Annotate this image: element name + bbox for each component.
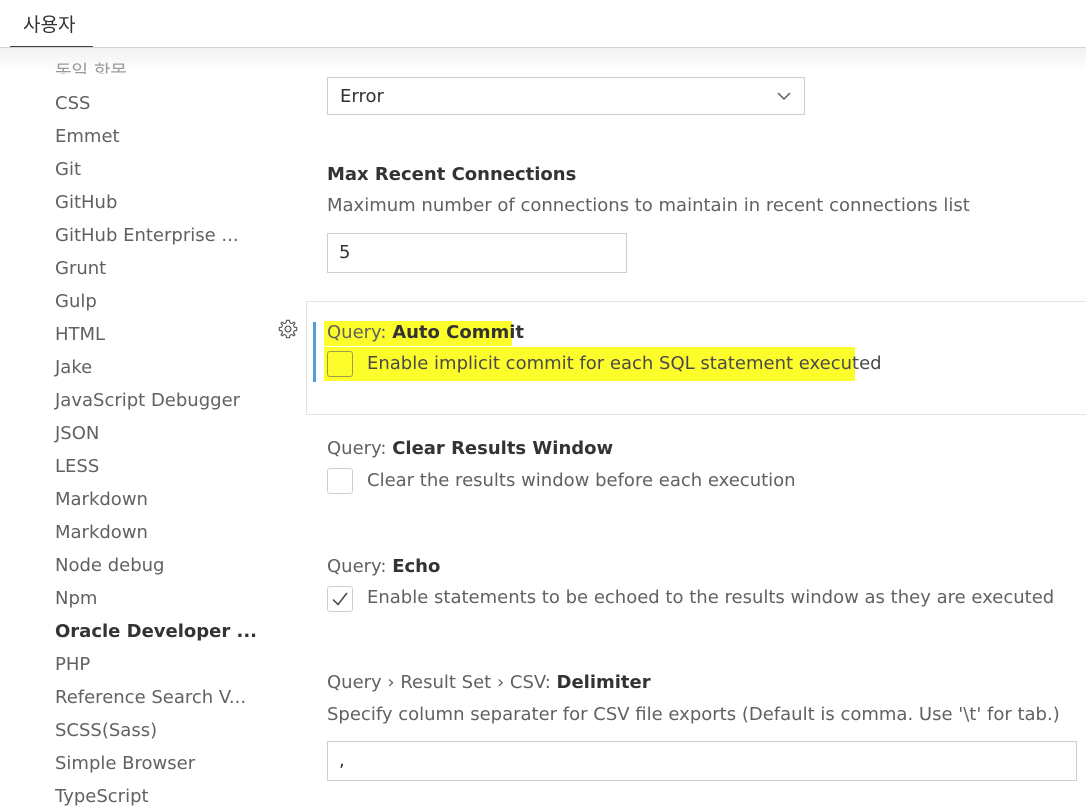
toc-item-typescript[interactable]: TypeScript bbox=[55, 786, 149, 807]
toc-item-markdown-2[interactable]: Markdown bbox=[55, 522, 148, 544]
csv-delimiter-description: Specify column separater for CSV file ex… bbox=[327, 704, 1060, 725]
checkmark-icon bbox=[332, 592, 348, 606]
toc-item-scss[interactable]: SCSS(Sass) bbox=[55, 720, 157, 742]
toc-item-json[interactable]: JSON bbox=[55, 423, 99, 445]
auto-commit-title: Query: Auto Commit bbox=[327, 322, 525, 343]
toc-item-partial[interactable]: 동일 항목 bbox=[55, 62, 127, 74]
csv-delimiter-value: , bbox=[339, 750, 345, 771]
toc-item-less[interactable]: LESS bbox=[55, 456, 99, 478]
max-recent-input[interactable]: 5 bbox=[327, 233, 627, 273]
focus-indicator bbox=[313, 322, 316, 382]
toc-item-php[interactable]: PHP bbox=[55, 654, 90, 676]
toc-item-grunt[interactable]: Grunt bbox=[55, 258, 106, 280]
gear-icon[interactable] bbox=[277, 318, 299, 340]
toc-item-emmet[interactable]: Emmet bbox=[55, 126, 120, 148]
echo-description: Enable statements to be echoed to the re… bbox=[367, 587, 1055, 608]
toc-item-simple-browser[interactable]: Simple Browser bbox=[55, 753, 195, 775]
tab-user-label: 사용자 bbox=[23, 14, 76, 36]
csv-delimiter-title: Query › Result Set › CSV: Delimiter bbox=[327, 672, 651, 693]
toc-item-npm[interactable]: Npm bbox=[55, 588, 97, 610]
echo-checkbox[interactable] bbox=[327, 586, 353, 612]
max-recent-value: 5 bbox=[339, 242, 351, 263]
toc-item-html[interactable]: HTML bbox=[55, 324, 105, 346]
toc-item-reference-search[interactable]: Reference Search V... bbox=[55, 687, 246, 709]
log-level-value: Error bbox=[340, 86, 384, 107]
toc-item-oracle-developer[interactable]: Oracle Developer ... bbox=[55, 621, 257, 643]
max-recent-description: Maximum number of connections to maintai… bbox=[327, 195, 970, 216]
auto-commit-checkbox[interactable] bbox=[327, 351, 353, 377]
toc-item-git[interactable]: Git bbox=[55, 159, 81, 181]
toc-item-gulp[interactable]: Gulp bbox=[55, 291, 97, 313]
log-level-select[interactable]: Error bbox=[327, 77, 805, 115]
toc-item-github-enterprise[interactable]: GitHub Enterprise ... bbox=[55, 225, 239, 247]
clear-results-description: Clear the results window before each exe… bbox=[367, 470, 796, 491]
chevron-down-icon bbox=[777, 92, 791, 100]
toc-item-jake[interactable]: Jake bbox=[55, 357, 92, 379]
toc-item-javascript-debugger[interactable]: JavaScript Debugger bbox=[55, 390, 240, 412]
toc-item-node-debug[interactable]: Node debug bbox=[55, 555, 164, 577]
toc-item-markdown[interactable]: Markdown bbox=[55, 489, 148, 511]
echo-title: Query: Echo bbox=[327, 556, 441, 577]
max-recent-title: Max Recent Connections bbox=[327, 164, 577, 185]
auto-commit-description: Enable implicit commit for each SQL stat… bbox=[367, 353, 882, 374]
clear-results-title: Query: Clear Results Window bbox=[327, 438, 614, 459]
toc-item-css[interactable]: CSS bbox=[55, 93, 90, 115]
clear-results-checkbox[interactable] bbox=[327, 468, 353, 494]
csv-delimiter-input[interactable]: , bbox=[327, 741, 1077, 781]
settings-scope-tabbar: 사용자 bbox=[0, 0, 1086, 48]
settings-toc: 동일 항목 CSS Emmet Git GitHub GitHub Enterp… bbox=[0, 60, 300, 807]
tab-user[interactable]: 사용자 bbox=[10, 0, 93, 47]
toc-item-github[interactable]: GitHub bbox=[55, 192, 117, 214]
